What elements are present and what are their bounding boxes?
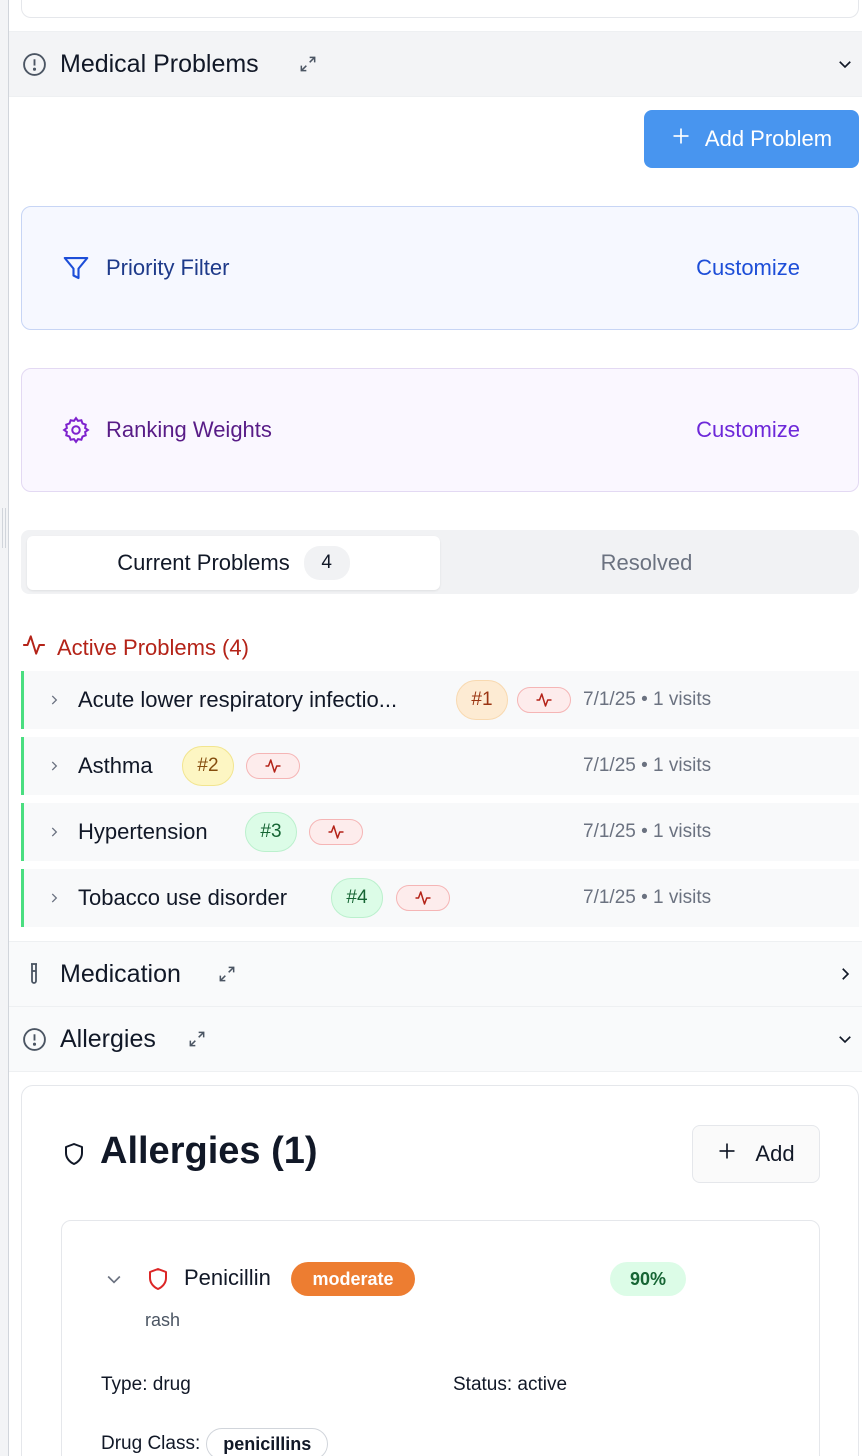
rank-badge: #3 [245, 812, 297, 852]
active-problems-title: Active Problems (4) [57, 635, 249, 660]
problem-row[interactable]: Tobacco use disorder #4 7/1/25 • 1 visit… [21, 869, 859, 927]
activity-icon [396, 885, 450, 911]
problem-tabs: Current Problems 4 Resolved [21, 530, 859, 594]
problem-row[interactable]: Asthma #2 7/1/25 • 1 visits [21, 737, 859, 795]
drug-class-pill: penicillins [206, 1428, 329, 1456]
alert-circle-icon [21, 1026, 47, 1052]
expand-icon[interactable] [216, 963, 238, 985]
test-tube-icon [21, 961, 47, 987]
add-problem-button[interactable]: Add Problem [644, 110, 859, 168]
drug-class-label: Drug Class: [101, 1433, 201, 1454]
priority-filter-label: Priority Filter [106, 255, 230, 280]
tab-current-problems[interactable]: Current Problems 4 [27, 536, 440, 590]
activity-icon [246, 753, 300, 779]
chevron-right-icon[interactable] [46, 890, 62, 906]
activity-icon [517, 687, 571, 713]
allergy-status: Status: active [453, 1374, 568, 1395]
allergen-name: Penicillin [184, 1265, 271, 1290]
problem-meta: 7/1/25 • 1 visits [583, 689, 712, 710]
section-header-medical-problems[interactable]: Medical Problems [9, 31, 862, 97]
rank-badge: #1 [456, 680, 508, 720]
problem-meta: 7/1/25 • 1 visits [583, 887, 712, 908]
ranking-weights-label: Ranking Weights [106, 417, 272, 442]
tab-resolved[interactable]: Resolved [440, 536, 853, 590]
ranking-weights-card: Ranking Weights Customize [21, 368, 859, 492]
left-rail [0, 0, 9, 1456]
allergies-card: Allergies (1) Add Penicillin moderate 90… [21, 1085, 859, 1456]
main-content: Medical Problems Add Problem Priority Fi… [9, 0, 862, 1456]
reaction-text: rash [145, 1310, 181, 1330]
alert-circle-icon [21, 51, 47, 77]
section-title: Medication [60, 959, 181, 988]
expand-icon[interactable] [186, 1028, 208, 1050]
problem-name: Tobacco use disorder [78, 885, 288, 910]
gear-icon [60, 414, 92, 446]
tab-label: Resolved [600, 550, 693, 575]
chevron-down-icon[interactable] [834, 53, 856, 75]
severity-badge: moderate [291, 1262, 415, 1296]
chevron-down-icon[interactable] [104, 1269, 124, 1289]
shield-icon [146, 1266, 170, 1292]
chevron-down-icon[interactable] [834, 1028, 856, 1050]
section-title: Medical Problems [60, 49, 259, 78]
add-problem-label: Add Problem [704, 126, 833, 151]
section-header-medication[interactable]: Medication [9, 941, 862, 1007]
chevron-right-icon[interactable] [46, 824, 62, 840]
add-allergy-label: Add [755, 1141, 795, 1166]
expand-icon[interactable] [297, 53, 319, 75]
problem-meta: 7/1/25 • 1 visits [583, 755, 712, 776]
shield-icon [62, 1142, 86, 1166]
chevron-right-icon[interactable] [46, 758, 62, 774]
problem-name: Hypertension [78, 819, 208, 844]
plus-icon [717, 1141, 737, 1167]
problem-row[interactable]: Acute lower respiratory infectio... #1 7… [21, 671, 859, 729]
problem-name: Acute lower respiratory infectio... [78, 687, 398, 712]
problem-row[interactable]: Hypertension #3 7/1/25 • 1 visits [21, 803, 859, 861]
priority-filter-customize-link[interactable]: Customize [696, 255, 800, 281]
funnel-icon [60, 252, 92, 284]
plus-icon [671, 126, 691, 152]
tab-count-badge: 4 [303, 546, 350, 580]
chevron-right-icon[interactable] [46, 692, 62, 708]
resize-handle[interactable] [2, 508, 6, 548]
priority-filter-card: Priority Filter Customize [21, 206, 859, 330]
section-header-allergies[interactable]: Allergies [9, 1006, 862, 1072]
active-problems-heading: Active Problems (4) [21, 632, 249, 664]
rank-badge: #4 [331, 878, 383, 918]
confidence-badge: 90% [610, 1262, 686, 1296]
problem-name: Asthma [78, 753, 153, 778]
drug-class-field: Drug Class: penicillins [101, 1428, 329, 1456]
add-allergy-button[interactable]: Add [692, 1125, 820, 1183]
section-title: Allergies [60, 1024, 156, 1053]
chevron-right-icon[interactable] [834, 963, 856, 985]
allergy-item: Penicillin moderate 90% rash Type: drug … [61, 1220, 820, 1456]
allergies-title: Allergies (1) [100, 1130, 318, 1172]
problem-meta: 7/1/25 • 1 visits [583, 821, 712, 842]
allergy-type: Type: drug [101, 1374, 191, 1395]
tab-label: Current Problems [117, 550, 290, 575]
ranking-weights-customize-link[interactable]: Customize [696, 417, 800, 443]
activity-icon [21, 632, 47, 664]
previous-section-card [21, 0, 859, 18]
rank-badge: #2 [182, 746, 234, 786]
activity-icon [309, 819, 363, 845]
